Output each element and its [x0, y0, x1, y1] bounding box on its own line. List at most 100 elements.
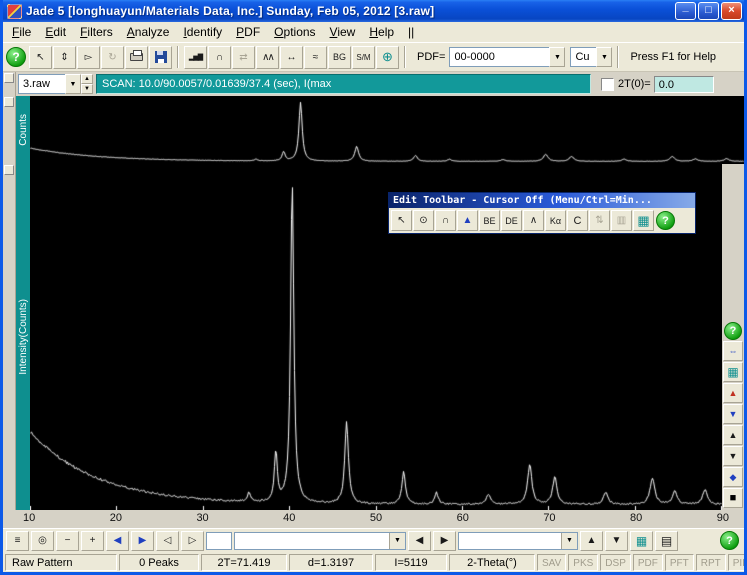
- move-down-button[interactable]: ▼: [605, 530, 628, 551]
- jade-window: Jade 5 [longhuayun/Materials Data, Inc.]…: [0, 0, 747, 575]
- dropdown-arrow-icon[interactable]: ▼: [596, 47, 613, 67]
- x-tick: 80: [630, 512, 643, 524]
- menu-bar: File Edit Filters Analyze Identify PDF O…: [3, 22, 744, 42]
- dropdown-arrow-icon[interactable]: ▼: [549, 47, 566, 67]
- help-button[interactable]: ?: [656, 211, 675, 230]
- dropdown-arrow-icon[interactable]: ▼: [389, 532, 405, 549]
- area-cursor-button[interactable]: ▲: [457, 210, 478, 231]
- zoom-peaks-button[interactable]: ∩: [208, 45, 231, 69]
- pan-axis-button[interactable]: ↔: [280, 45, 303, 69]
- line-markers-button[interactable]: ≡: [6, 530, 29, 551]
- save-button[interactable]: [149, 45, 172, 69]
- background-fit-button[interactable]: BG: [328, 45, 351, 69]
- edit-toolbar-window: Edit Toolbar - Cursor Off (Menu/Ctrl=Min…: [388, 192, 696, 234]
- peak-count-cell: 0 Peaks: [119, 553, 199, 571]
- status-flags: SAV PKS DSP PDF PFT RPT PID: [537, 553, 744, 571]
- splitter-grip[interactable]: [4, 97, 14, 107]
- next-item-button[interactable]: ▶: [433, 530, 456, 551]
- contract-x-button[interactable]: −: [56, 530, 79, 551]
- x-tick: 70: [543, 512, 556, 524]
- menu-analyze[interactable]: Analyze: [120, 23, 177, 41]
- x-tick: 30: [196, 512, 209, 524]
- step-right-button[interactable]: ▷: [181, 530, 204, 551]
- phase-select[interactable]: ▼: [458, 531, 578, 550]
- menu-help[interactable]: Help: [362, 23, 401, 41]
- menu-edit[interactable]: Edit: [38, 23, 73, 41]
- dropdown-arrow-icon[interactable]: ▼: [561, 532, 577, 549]
- title-bar[interactable]: Jade 5 [longhuayun/Materials Data, Inc.]…: [3, 0, 744, 22]
- x-tick: 50: [369, 512, 383, 524]
- page-right-button[interactable]: ▶: [131, 530, 154, 551]
- menu-options[interactable]: Options: [267, 23, 322, 41]
- expand-x-button[interactable]: +: [81, 530, 104, 551]
- grid-view-button[interactable]: ▦: [633, 210, 654, 231]
- ka2-strip-button[interactable]: Kα: [545, 210, 566, 231]
- print-button[interactable]: [125, 45, 148, 69]
- x-axis-ticks: 10 20 30 40 50 60 70 80 90: [23, 512, 729, 524]
- splitter-grip[interactable]: [4, 73, 14, 83]
- compare-windows-button[interactable]: ⇔: [723, 341, 743, 361]
- full-range-button[interactable]: ▂▅▇: [184, 45, 207, 69]
- bottom-toolbar: ≡ ◎ − + ◀ ▶ ◁ ▷ ▼ ◀ ▶ ▼ ▲ ▼ ▦ ▤ ?: [3, 528, 744, 552]
- pdf-combobox[interactable]: 00-0000 ▼: [449, 47, 566, 67]
- zoom-in-y-button[interactable]: ▲: [723, 383, 743, 403]
- overlay-select[interactable]: ▼: [234, 531, 406, 550]
- edit-toolbar-title[interactable]: Edit Toolbar - Cursor Off (Menu/Ctrl=Min…: [389, 193, 695, 208]
- two-theta-zero-field[interactable]: 0.0: [653, 75, 714, 93]
- d-spacing-readout-cell: d=1.3197: [289, 553, 373, 571]
- help-button[interactable]: ?: [720, 531, 739, 550]
- maximize-button[interactable]: □: [698, 2, 719, 20]
- close-button[interactable]: ×: [721, 2, 742, 20]
- menu-view[interactable]: View: [323, 23, 363, 41]
- help-button[interactable]: ?: [724, 322, 742, 340]
- spin-up-icon[interactable]: ▲: [81, 74, 93, 84]
- anode-combobox[interactable]: Cu ▼: [570, 47, 613, 67]
- peak-labels-button[interactable]: ∧: [523, 210, 544, 231]
- x-tick: 20: [109, 512, 122, 524]
- menu-identify[interactable]: Identify: [176, 23, 229, 41]
- zoom-box-button[interactable]: ⊙: [413, 210, 434, 231]
- theta-cursor-button[interactable]: ∩: [435, 210, 456, 231]
- overview-chart[interactable]: [30, 96, 744, 164]
- x-tick: 10: [23, 512, 36, 524]
- stop-button[interactable]: ■: [723, 488, 743, 508]
- scroll-down-button[interactable]: ▼: [723, 446, 743, 466]
- zoom-out-y-button[interactable]: ▼: [723, 404, 743, 424]
- dropdown-arrow-icon[interactable]: ▼: [65, 74, 81, 94]
- restore-view-button[interactable]: ◆: [723, 467, 743, 487]
- help-button[interactable]: ?: [6, 47, 26, 67]
- move-up-button[interactable]: ▲: [580, 530, 603, 551]
- scroll-up-button[interactable]: ▲: [723, 425, 743, 445]
- file-combobox[interactable]: 3.raw ▼: [18, 74, 81, 94]
- minimize-button[interactable]: _: [675, 2, 696, 20]
- menu-filters[interactable]: Filters: [73, 23, 120, 41]
- menu-file[interactable]: File: [5, 23, 38, 41]
- internet-button[interactable]: ⊕: [376, 45, 399, 69]
- crystallite-size-button[interactable]: C: [567, 210, 588, 231]
- step-left-button[interactable]: ◁: [156, 530, 179, 551]
- cursor-mode-button[interactable]: ↖: [29, 45, 52, 69]
- index-input[interactable]: [206, 531, 232, 550]
- report-view-button[interactable]: ▤: [655, 530, 678, 551]
- main-ylabel: Intensity(Counts): [17, 299, 29, 375]
- window-title: Jade 5 [longhuayun/Materials Data, Inc.]…: [26, 4, 435, 18]
- data-edit-button[interactable]: DE: [501, 210, 522, 231]
- shift-pattern-button[interactable]: ⇕: [53, 45, 76, 69]
- tile-windows-button[interactable]: ▦: [723, 362, 743, 382]
- profile-fit-button[interactable]: ≈: [304, 45, 327, 69]
- origin-button[interactable]: ◎: [31, 530, 54, 551]
- background-edit-button[interactable]: BE: [479, 210, 500, 231]
- grid-view-button[interactable]: ▦: [630, 530, 653, 551]
- overlay-patterns-button[interactable]: ▻: [77, 45, 100, 69]
- spin-down-icon[interactable]: ▼: [81, 84, 93, 94]
- page-left-button[interactable]: ◀: [106, 530, 129, 551]
- smooth-button[interactable]: S/M: [352, 45, 375, 69]
- main-toolbar: ? ↖ ⇕ ▻ ↻ ▂▅▇ ∩ ⇄ ∧∧ ↔ ≈ BG S/M ⊕ PDF= 0…: [3, 42, 744, 72]
- cursor-button[interactable]: ↖: [391, 210, 412, 231]
- two-theta-zero-checkbox[interactable]: [601, 77, 614, 91]
- find-peaks-button[interactable]: ∧∧: [256, 45, 279, 69]
- menu-pdf[interactable]: PDF: [229, 23, 267, 41]
- splitter-grip[interactable]: [4, 165, 14, 175]
- prev-item-button[interactable]: ◀: [408, 530, 431, 551]
- x-tick: 60: [456, 512, 469, 524]
